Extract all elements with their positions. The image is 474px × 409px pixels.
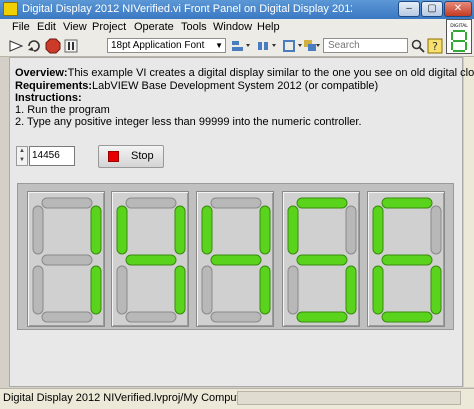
menu-project[interactable]: Project [92, 21, 126, 33]
resize-objects-icon[interactable] [282, 38, 304, 54]
segment-g [296, 254, 348, 266]
chevron-down-icon: ▼ [215, 41, 223, 50]
seven-segment-digit [287, 197, 357, 323]
menu-bar: File Edit View Project Operate Tools Win… [0, 19, 474, 37]
requirements-label: Requirements: [15, 80, 93, 92]
digit-4 [282, 191, 360, 327]
digit-5 [367, 191, 445, 327]
segment-e [287, 265, 299, 315]
segment-f [116, 205, 128, 255]
instruction-step-2: 2. Type any positive integer less than 9… [15, 116, 362, 128]
maximize-button[interactable]: ▢ [421, 1, 443, 17]
toolbar: 18pt Application Font ▼ Search ? [0, 36, 474, 57]
vi-icon-label: DIGITAL [450, 23, 468, 29]
font-select-label: 18pt Application Font [111, 40, 205, 51]
requirements-line: Requirements:LabVIEW Base Development Sy… [15, 80, 378, 92]
requirements-text: LabVIEW Base Development System 2012 (or… [92, 80, 379, 92]
font-select[interactable]: 18pt Application Font ▼ [107, 38, 226, 53]
segment-c [259, 265, 271, 315]
segment-c [345, 265, 357, 315]
overview-text: This example VI creates a digital displa… [67, 67, 474, 79]
vertical-scrollbar[interactable] [463, 57, 474, 387]
stop-indicator-icon [108, 151, 119, 162]
segment-e [372, 265, 384, 315]
distribute-objects-icon[interactable] [256, 38, 278, 54]
menu-window[interactable]: Window [213, 21, 252, 33]
segment-f [201, 205, 213, 255]
close-button[interactable]: ✕ [444, 1, 472, 17]
run-arrow-icon[interactable] [8, 38, 24, 54]
seven-segment-digit [32, 197, 102, 323]
window-title: Digital Display 2012 NIVerified.vi Front… [22, 3, 352, 15]
numeric-value-input[interactable]: 14456 [29, 146, 75, 166]
segment-a [41, 197, 93, 209]
horizontal-scrollbar[interactable] [237, 391, 461, 405]
segment-d [41, 311, 93, 323]
segment-g [125, 254, 177, 266]
menu-help[interactable]: Help [257, 21, 280, 33]
segment-f [287, 205, 299, 255]
align-objects-icon[interactable] [230, 38, 252, 54]
segment-b [90, 205, 102, 255]
svg-text:?: ? [432, 40, 438, 53]
increment-decrement-buttons[interactable]: ▲ ▼ [16, 146, 28, 166]
stop-button[interactable]: Stop [98, 145, 164, 168]
labview-app-icon [3, 2, 18, 16]
menu-view[interactable]: View [63, 21, 87, 33]
segment-d [296, 311, 348, 323]
seven-segment-digit [372, 197, 442, 323]
segment-a [381, 197, 433, 209]
segment-e [32, 265, 44, 315]
segment-f [32, 205, 44, 255]
title-bar: Digital Display 2012 NIVerified.vi Front… [0, 0, 474, 19]
digit-1 [27, 191, 105, 327]
status-project-path: Digital Display 2012 NIVerified.lvproj/M… [3, 392, 250, 404]
reorder-icon[interactable] [302, 38, 322, 54]
segment-c [174, 265, 186, 315]
menu-edit[interactable]: Edit [37, 21, 56, 33]
segment-a [125, 197, 177, 209]
segment-a [296, 197, 348, 209]
stop-label: Stop [131, 150, 154, 162]
segment-e [201, 265, 213, 315]
menu-tools[interactable]: Tools [181, 21, 207, 33]
segment-f [372, 205, 384, 255]
run-continuously-icon[interactable] [26, 38, 42, 54]
segment-g [41, 254, 93, 266]
digit-3 [196, 191, 274, 327]
segment-d [125, 311, 177, 323]
numeric-control: ▲ ▼ 14456 [16, 145, 75, 167]
seven-segment-digit [116, 197, 186, 323]
segment-g [381, 254, 433, 266]
instructions-label: Instructions: [15, 92, 82, 104]
minimize-button[interactable]: – [398, 1, 420, 17]
seven-segment-digit [201, 197, 271, 323]
segment-b [430, 205, 442, 255]
overview-label: Overview: [15, 67, 68, 79]
abort-execution-icon[interactable] [45, 38, 61, 54]
pause-icon[interactable] [63, 38, 79, 54]
digital-display-icon: DIGITAL [450, 23, 468, 52]
digit-2 [111, 191, 189, 327]
menu-operate[interactable]: Operate [134, 21, 174, 33]
instruction-step-1: 1. Run the program [15, 104, 110, 116]
segment-b [174, 205, 186, 255]
segment-c [90, 265, 102, 315]
segment-a [210, 197, 262, 209]
help-icon[interactable]: ? [427, 38, 443, 54]
overview-line: Overview:This example VI creates a digit… [15, 67, 474, 79]
segment-b [345, 205, 357, 255]
segment-d [210, 311, 262, 323]
vi-icon[interactable]: DIGITAL [446, 19, 472, 54]
segment-b [259, 205, 271, 255]
menu-file[interactable]: File [12, 21, 30, 33]
segment-g [210, 254, 262, 266]
segment-e [116, 265, 128, 315]
segment-c [430, 265, 442, 315]
search-icon[interactable] [410, 38, 426, 54]
search-input[interactable]: Search [323, 38, 408, 53]
segment-d [381, 311, 433, 323]
